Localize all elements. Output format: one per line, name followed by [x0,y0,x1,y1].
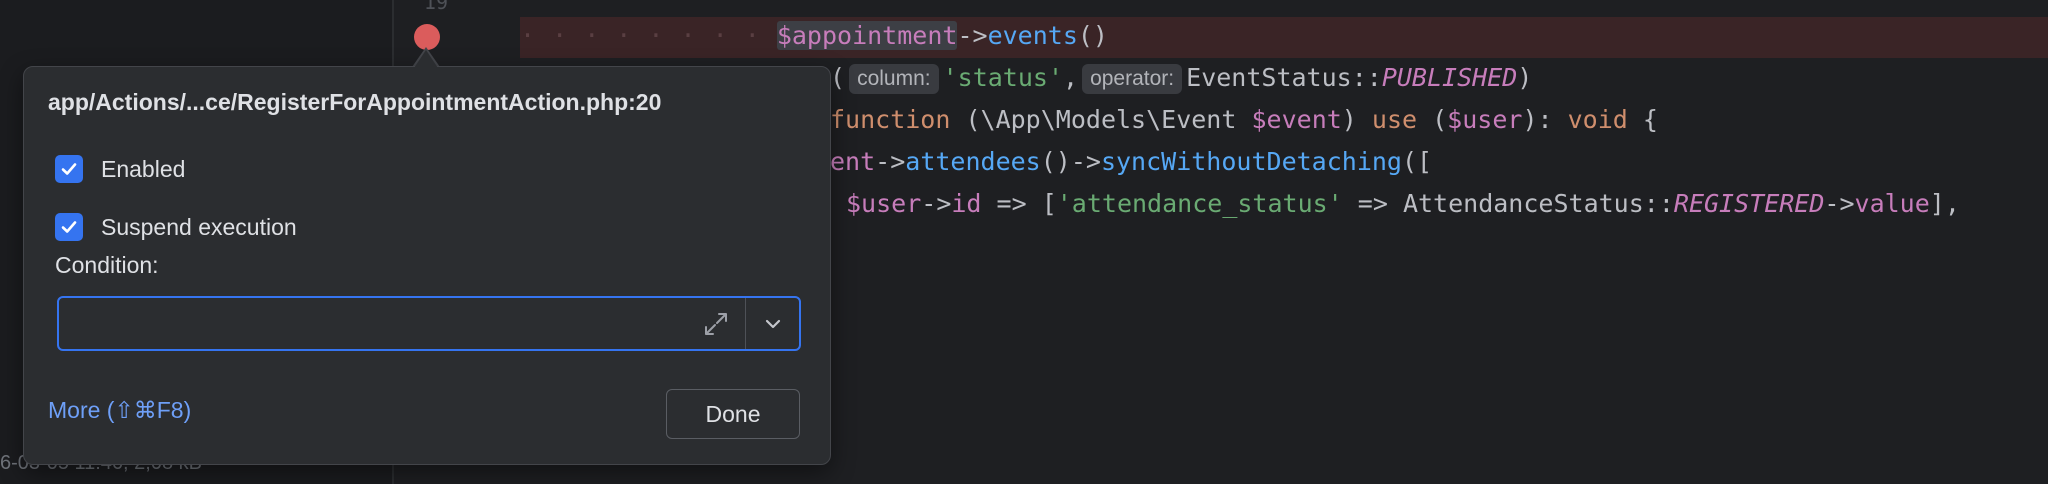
chevron-down-icon[interactable] [761,312,785,336]
param-hint-operator: operator: [1082,64,1183,94]
popup-arrow-inner [414,50,438,68]
breakpoint-location-title: app/Actions/...ce/RegisterForAppointment… [48,89,662,115]
code-line-2[interactable]: (column:'status', operator: EventStatus::P… [830,57,1532,98]
suspend-execution-checkbox[interactable] [55,213,83,241]
checkmark-icon [61,221,77,233]
param-hint-column: column: [849,64,939,94]
suspend-execution-checkbox-row[interactable]: Suspend execution [55,213,297,241]
done-button[interactable]: Done [666,389,800,439]
expand-icon[interactable] [702,310,730,338]
code-line-3[interactable]: function (\App\Models\Event $event) use … [830,99,1658,140]
code-line-4[interactable]: ent->attendees()->syncWithoutDetaching([ [830,141,1432,182]
code-line-1[interactable]: · · · · · · · · $appointment->events() [520,15,1108,56]
enabled-checkbox-row-top[interactable]: Enabled [55,155,185,183]
condition-label: Condition: [55,252,159,278]
suspend-execution-label: Suspend execution [101,213,297,240]
checkmark-icon [61,163,77,175]
enabled-checkbox-top[interactable] [55,155,83,183]
enabled-label-top: Enabled [101,155,186,182]
breakpoint-popup: app/Actions/...ce/RegisterForAppointment… [23,66,831,465]
more-link[interactable]: More (⇧⌘F8) [48,397,191,424]
input-separator [744,298,746,349]
condition-field[interactable] [57,296,801,351]
condition-input[interactable] [69,306,673,342]
code-line-5[interactable]: $user->id => ['attendance_status' => Att… [846,183,1960,224]
line-number: 19 [423,0,448,14]
